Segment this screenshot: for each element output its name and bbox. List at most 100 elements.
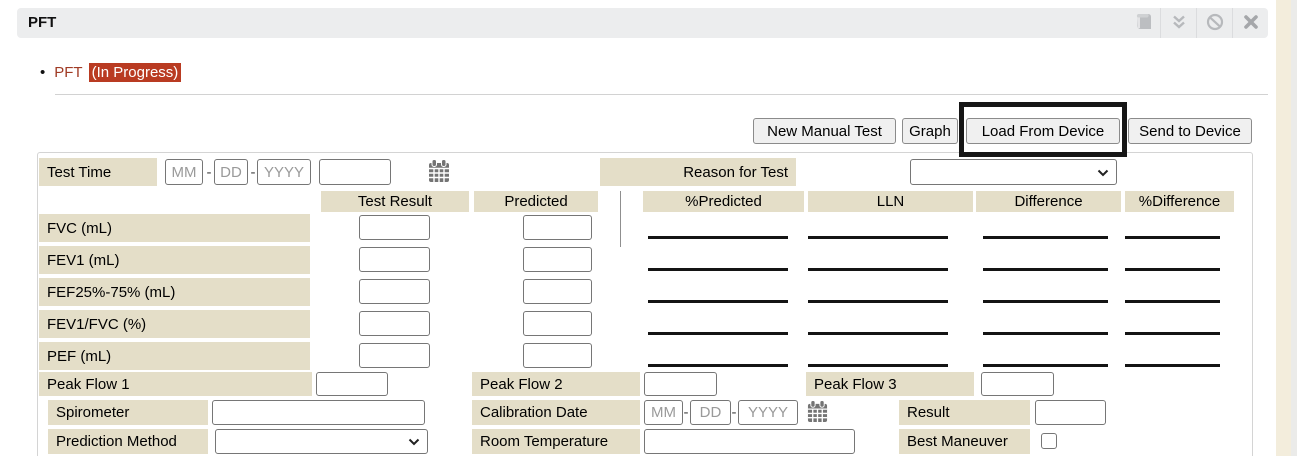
- close-button[interactable]: [1233, 8, 1268, 38]
- spirometer-input[interactable]: [212, 400, 425, 425]
- section-divider: [55, 94, 1268, 95]
- row-label-fev1: FEV1 (mL): [39, 246, 310, 274]
- fef25-75-predicted-input[interactable]: [523, 279, 592, 304]
- calibration-date-calendar-button[interactable]: [804, 400, 830, 425]
- empty-value-dash: [808, 268, 948, 271]
- empty-value-dash: [983, 364, 1108, 367]
- calibration-date-year-input[interactable]: [738, 400, 798, 425]
- room-temperature-input[interactable]: [644, 429, 855, 454]
- book-icon: [1133, 13, 1153, 34]
- result-label: Result: [899, 400, 1030, 425]
- pef-predicted-input[interactable]: [523, 343, 592, 368]
- page-background-edge: [1291, 0, 1297, 456]
- graph-button[interactable]: Graph: [902, 118, 958, 144]
- chevron-down-icon: [408, 433, 420, 450]
- empty-value-dash: [808, 300, 948, 303]
- date-separator: -: [682, 400, 690, 425]
- test-time-label: Test Time: [39, 158, 157, 186]
- empty-value-dash: [1125, 268, 1220, 271]
- pef-test-result-input[interactable]: [359, 343, 430, 368]
- room-temperature-label: Room Temperature: [472, 429, 640, 454]
- status-line: • PFT (In Progress): [40, 62, 181, 83]
- calibration-date-month-input[interactable]: [644, 400, 683, 425]
- ban-icon: [1206, 13, 1224, 34]
- pft-link[interactable]: PFT: [54, 64, 82, 81]
- row-label-fef25-75: FEF25%-75% (mL): [39, 278, 310, 306]
- fvc-predicted-input[interactable]: [523, 215, 592, 240]
- collapse-button[interactable]: [1161, 8, 1196, 38]
- reason-for-test-label: Reason for Test: [600, 158, 796, 186]
- test-time-year-input[interactable]: [257, 159, 311, 185]
- prediction-method-label: Prediction Method: [48, 429, 208, 454]
- cancel-button[interactable]: [1197, 8, 1232, 38]
- empty-value-dash: [1125, 332, 1220, 335]
- column-header-test-result: Test Result: [321, 191, 469, 212]
- prediction-method-select[interactable]: [215, 429, 428, 454]
- peak-flow-1-label: Peak Flow 1: [39, 372, 312, 396]
- empty-value-dash: [648, 236, 788, 239]
- close-icon: [1244, 15, 1258, 32]
- empty-value-dash: [983, 268, 1108, 271]
- empty-value-dash: [1125, 236, 1220, 239]
- row-label-pef: PEF (mL): [39, 342, 310, 370]
- fev1-fvc-test-result-input[interactable]: [359, 311, 430, 336]
- empty-value-dash: [808, 332, 948, 335]
- empty-value-dash: [983, 300, 1108, 303]
- empty-value-dash: [808, 236, 948, 239]
- empty-value-dash: [983, 332, 1108, 335]
- send-to-device-button[interactable]: Send to Device: [1128, 118, 1252, 144]
- peak-flow-2-label: Peak Flow 2: [472, 372, 640, 396]
- peak-flow-3-label: Peak Flow 3: [806, 372, 974, 396]
- page-background-strip: [1276, 0, 1291, 456]
- window-title: PFT: [17, 8, 1268, 38]
- column-header-percent-difference: %Difference: [1125, 191, 1234, 212]
- best-maneuver-label: Best Maneuver: [899, 429, 1030, 454]
- column-header-percent-predicted: %Predicted: [643, 191, 804, 212]
- empty-value-dash: [648, 268, 788, 271]
- spirometer-label: Spirometer: [48, 400, 208, 425]
- peak-flow-3-input[interactable]: [981, 372, 1054, 396]
- reason-for-test-select[interactable]: [910, 159, 1117, 185]
- empty-value-dash: [648, 364, 788, 367]
- column-header-lln: LLN: [808, 191, 973, 212]
- peak-flow-2-input[interactable]: [644, 372, 717, 396]
- empty-value-dash: [808, 364, 948, 367]
- calendar-icon: [428, 159, 450, 186]
- peak-flow-1-input[interactable]: [316, 372, 388, 396]
- fev1-predicted-input[interactable]: [523, 247, 592, 272]
- pft-page: PFT: [0, 0, 1297, 456]
- empty-value-dash: [1125, 300, 1220, 303]
- chevron-down-icon: [1097, 164, 1109, 181]
- fev1-test-result-input[interactable]: [359, 247, 430, 272]
- window-toolbar: [1125, 8, 1268, 38]
- fef25-75-test-result-input[interactable]: [359, 279, 430, 304]
- table-gridline: [620, 191, 621, 247]
- calibration-date-label: Calibration Date: [472, 400, 640, 425]
- test-time-month-input[interactable]: [165, 159, 203, 185]
- column-header-difference: Difference: [976, 191, 1121, 212]
- fev1-fvc-predicted-input[interactable]: [523, 311, 592, 336]
- column-header-predicted: Predicted: [474, 191, 598, 212]
- date-separator: -: [730, 400, 738, 425]
- fvc-test-result-input[interactable]: [359, 215, 430, 240]
- calendar-icon: [807, 400, 828, 426]
- empty-value-dash: [648, 332, 788, 335]
- date-separator: -: [204, 159, 214, 185]
- test-time-time-input[interactable]: [319, 159, 391, 185]
- calibration-date-day-input[interactable]: [690, 400, 731, 425]
- row-label-fev1-fvc: FEV1/FVC (%): [39, 310, 310, 338]
- best-maneuver-checkbox[interactable]: [1041, 433, 1057, 449]
- row-label-fvc: FVC (mL): [39, 214, 310, 242]
- in-progress-badge: (In Progress): [89, 63, 182, 82]
- report-button[interactable]: [1125, 8, 1160, 38]
- test-time-day-input[interactable]: [214, 159, 248, 185]
- result-input[interactable]: [1035, 400, 1106, 425]
- empty-value-dash: [983, 236, 1108, 239]
- load-from-device-button[interactable]: Load From Device: [966, 118, 1120, 144]
- test-time-calendar-button[interactable]: [427, 159, 451, 185]
- new-manual-test-button[interactable]: New Manual Test: [753, 118, 896, 144]
- empty-value-dash: [648, 300, 788, 303]
- double-chevron-down-icon: [1171, 15, 1187, 32]
- empty-value-dash: [1125, 364, 1220, 367]
- window-header: PFT: [17, 8, 1268, 38]
